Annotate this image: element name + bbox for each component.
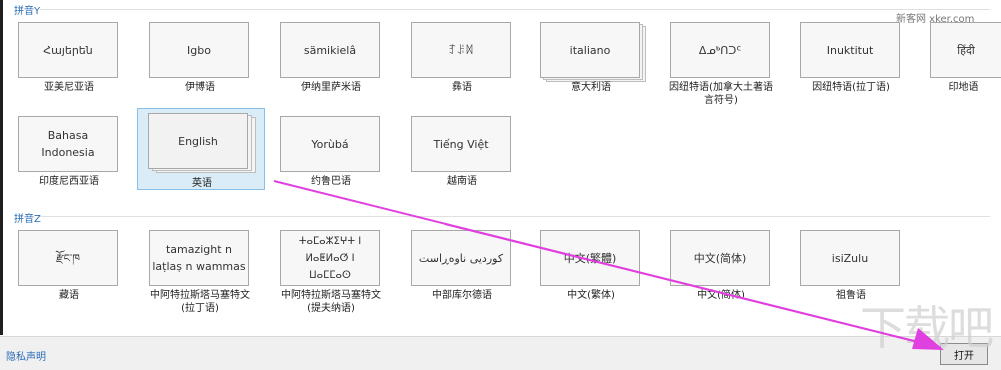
- language-tile-inuktitut-latin[interactable]: Inuktitut 因纽特语(拉丁语): [796, 18, 906, 98]
- language-label: 英语: [192, 178, 212, 189]
- dialog-footer: 隐私声明 打开: [0, 336, 1001, 370]
- language-native-name: isiZulu: [800, 230, 900, 286]
- language-native-name: sämikielâ: [280, 22, 380, 78]
- language-native-name: italiano: [540, 22, 640, 78]
- language-label: 彝语: [452, 82, 472, 93]
- group-y-divider: [40, 9, 990, 10]
- language-label: 因纽特语(拉丁语): [812, 82, 890, 93]
- language-label: 印度尼西亚语: [39, 176, 99, 187]
- language-native-name: Tiếng Việt: [411, 116, 511, 172]
- language-tile-chinese-traditional[interactable]: 中文(繁體) 中文(繁体): [536, 226, 646, 306]
- language-tile-inuktitut-syllabics[interactable]: ᐃᓄᒃᑎᑐᑦ 因纽特语(加拿大土著语言符号): [666, 18, 776, 106]
- language-native-name: ⵜⴰⵎⴰⵣⵉⵖⵜ ⵏ ⵍⴰⵟⵍⴰⵚ ⵏ ⵡⴰⵎⵎⴰⵙ: [280, 230, 380, 286]
- group-header-y: 拼音Y: [14, 2, 40, 17]
- window-left-edge: [0, 0, 3, 335]
- download-site-logo: 下载吧: [860, 301, 994, 355]
- group-z-divider: [40, 216, 990, 217]
- language-label: 中文(繁体): [567, 290, 615, 301]
- language-native-name: Bahasa Indonesia: [18, 116, 118, 172]
- language-native-name: tamazight n laṭlaṣ n wammas: [149, 230, 249, 286]
- language-tile-english[interactable]: English 英语: [137, 108, 265, 190]
- language-native-name: Yorùbá: [280, 116, 380, 172]
- language-native-name: 中文(繁體): [540, 230, 640, 286]
- language-native-name: རྫོང་ཁ: [18, 230, 118, 286]
- language-tile-igbo[interactable]: Igbo 伊博语: [145, 18, 255, 98]
- language-label: 中文(简体): [697, 290, 745, 301]
- language-native-name: Հայերեն: [18, 22, 118, 78]
- language-tile-inari-sami[interactable]: sämikielâ 伊纳里萨米语: [276, 18, 386, 98]
- language-tile-indonesian[interactable]: Bahasa Indonesia 印度尼西亚语: [14, 112, 124, 192]
- language-native-name: हिंदी: [930, 22, 1001, 78]
- group-header-z: 拼音Z: [14, 210, 41, 225]
- language-native-name: Igbo: [149, 22, 249, 78]
- language-native-name: Inuktitut: [800, 22, 900, 78]
- language-native-name: کوردیی ناوەڕاست: [411, 230, 511, 286]
- language-native-name: ꆈꌠꉙ: [411, 22, 511, 78]
- group-header-y-label: 拼音Y: [14, 6, 41, 17]
- language-label: 亚美尼亚语: [44, 82, 94, 93]
- language-tile-central-kurdish[interactable]: کوردیی ناوەڕاست 中部库尔德语: [407, 226, 517, 306]
- language-label: 伊纳里萨米语: [301, 82, 361, 93]
- language-label: 伊博语: [185, 82, 215, 93]
- language-tile-yoruba[interactable]: Yorùbá 约鲁巴语: [276, 112, 386, 192]
- language-tile-tamazight-tifinagh[interactable]: ⵜⴰⵎⴰⵣⵉⵖⵜ ⵏ ⵍⴰⵟⵍⴰⵚ ⵏ ⵡⴰⵎⵎⴰⵙ 中阿特拉斯塔马塞特文(提夫…: [276, 226, 386, 314]
- language-label: 约鲁巴语: [311, 176, 351, 187]
- language-tile-yi[interactable]: ꆈꌠꉙ 彝语: [407, 18, 517, 98]
- language-tile-armenian[interactable]: Հայերեն 亚美尼亚语: [14, 18, 124, 98]
- language-tile-tibetan[interactable]: རྫོང་ཁ 藏语: [14, 226, 124, 306]
- language-tile-vietnamese[interactable]: Tiếng Việt 越南语: [407, 112, 517, 192]
- language-native-name: English: [148, 113, 248, 169]
- language-label: 中部库尔德语: [432, 290, 492, 301]
- language-label: 因纽特语(加拿大土著语言符号): [669, 82, 773, 106]
- language-label: 中阿特拉斯塔马塞特文(提夫纳语): [281, 290, 381, 314]
- language-label: 藏语: [59, 290, 79, 301]
- language-label: 越南语: [447, 176, 477, 187]
- language-tile-hindi[interactable]: हिंदी 印地语: [926, 18, 1001, 98]
- language-tile-chinese-simplified[interactable]: 中文(简体) 中文(简体): [666, 226, 776, 306]
- language-native-name: 中文(简体): [670, 230, 770, 286]
- language-label: 印地语: [948, 82, 979, 93]
- privacy-statement-link[interactable]: 隐私声明: [6, 348, 46, 363]
- language-tile-tamazight-latin[interactable]: tamazight n laṭlaṣ n wammas 中阿特拉斯塔马塞特文(拉…: [145, 226, 255, 314]
- language-native-name: ᐃᓄᒃᑎᑐᑦ: [670, 22, 770, 78]
- group-header-z-label: 拼音Z: [14, 214, 41, 225]
- language-tile-italian[interactable]: italiano 意大利语: [536, 18, 646, 98]
- language-label: 意大利语: [571, 82, 611, 93]
- language-label: 中阿特拉斯塔马塞特文(拉丁语): [150, 290, 250, 314]
